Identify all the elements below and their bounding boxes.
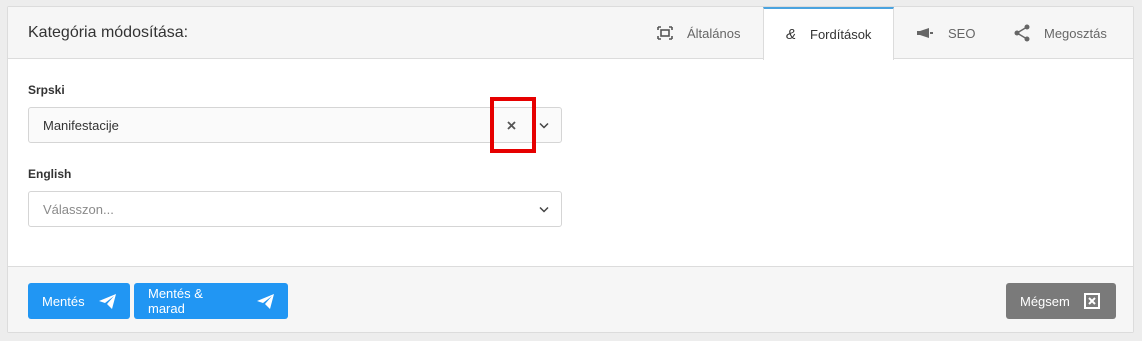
close-box-icon [1083,293,1100,309]
edit-category-panel: Kategória módosítása: Általános & Fordít… [7,6,1134,333]
page-title: Kategória módosítása: [28,24,189,41]
srpski-select[interactable]: Manifestacije [28,107,562,143]
tab-seo[interactable]: SEO [894,7,992,59]
tab-general-label: Általános [687,25,741,41]
tab-translations-label: Fordítások [810,27,872,42]
save-button[interactable]: Mentés [28,283,130,319]
chevron-down-icon[interactable] [537,119,551,131]
srpski-label: Srpski [28,83,65,97]
cancel-button-label: Mégsem [1020,293,1070,309]
english-select[interactable]: Válasszon... [28,191,562,227]
highlight-box [490,97,536,153]
panel-footer: Mentés Mentés & marad Mégsem [8,266,1133,332]
english-label: English [28,167,72,181]
send-icon [98,293,116,309]
english-placeholder: Válasszon... [43,202,114,217]
share-icon [1014,24,1030,42]
tab-general[interactable]: Általános [635,7,763,59]
srpski-value: Manifestacije [43,118,119,133]
tab-bar: Általános & Fordítások SEO Megosztás [635,7,1133,60]
tab-seo-label: SEO [948,25,976,41]
send-icon [257,293,274,309]
megaphone-icon [916,27,934,39]
save-and-stay-label: Mentés & marad [148,286,203,316]
tab-share[interactable]: Megosztás [992,7,1133,59]
ampersand-icon: & [786,26,797,43]
save-button-label: Mentés [42,293,85,309]
cancel-button[interactable]: Mégsem [1006,283,1116,319]
tab-translations[interactable]: & Fordítások [763,7,894,60]
panel-header: Kategória módosítása: Általános & Fordít… [8,7,1133,60]
frame-icon [657,26,673,40]
chevron-down-icon[interactable] [537,203,551,215]
tab-share-label: Megosztás [1044,25,1107,41]
save-and-stay-button[interactable]: Mentés & marad [134,283,288,319]
